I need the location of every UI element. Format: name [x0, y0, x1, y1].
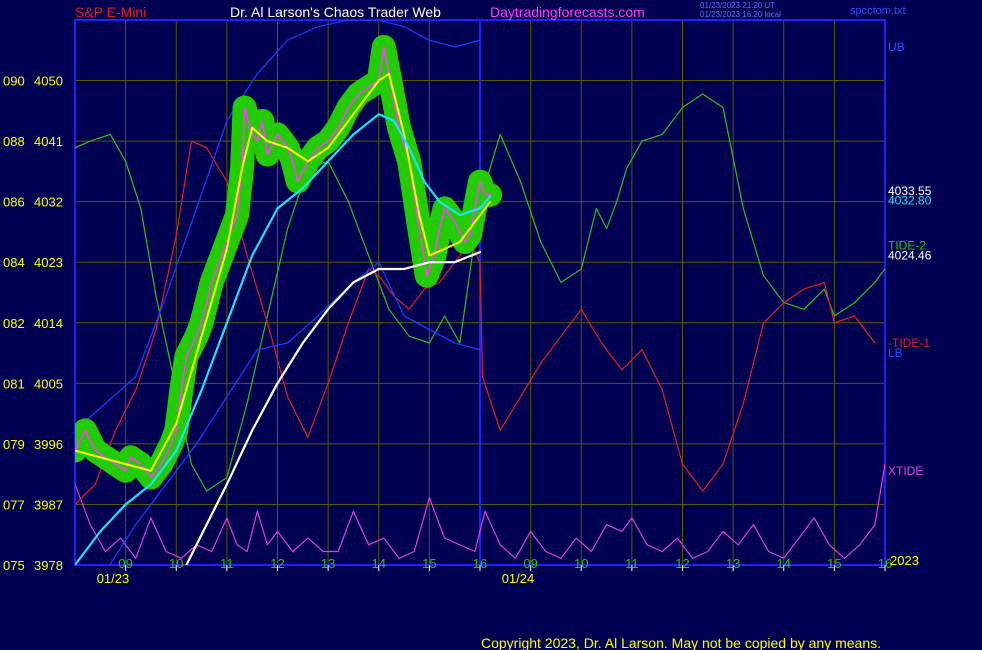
y-tick-label: 4014	[34, 316, 63, 331]
x-tick-label: 14	[777, 556, 791, 571]
cyan-average-line	[75, 113, 492, 565]
y-tick-label: 4050	[34, 74, 63, 89]
y-tick-prefix: 088	[3, 134, 25, 149]
y-tick-prefix: 082	[3, 316, 25, 331]
x-tick-label: 12	[675, 556, 689, 571]
site-title: Dr. Al Larson's Chaos Trader Web	[230, 4, 441, 20]
timestamp-ut: 01/23/2023 21:20 UT	[700, 1, 776, 10]
y-tick-label: 3987	[34, 497, 63, 512]
right-legend-label: 4032.80	[888, 193, 932, 207]
y-tick-label: 3978	[34, 558, 63, 573]
data-file-name: spcctom.txt	[850, 5, 906, 17]
x-tick-label: 12	[270, 556, 284, 571]
y-tick-label: 4023	[34, 255, 63, 270]
timestamp-local: 01/23/2023 16:20 local	[700, 10, 781, 19]
date-label: 01/23	[97, 571, 130, 586]
y-tick-label: 3996	[34, 437, 63, 452]
right-legend-label: UB	[888, 40, 905, 54]
y-tick-label: 4041	[34, 134, 63, 149]
x-tick-label: 09	[523, 556, 537, 571]
x-tick-label: 11	[220, 556, 234, 571]
x-tick-label: 11	[625, 556, 639, 571]
x-tick-label: 13	[321, 556, 335, 571]
y-tick-prefix: 084	[3, 255, 25, 270]
y-tick-label: 4005	[34, 376, 63, 391]
x-tick-label: 14	[372, 556, 386, 571]
chart-root: { "header": { "instrument": "S&P E-Mini"…	[0, 0, 982, 650]
y-tick-prefix: 079	[3, 437, 25, 452]
year-label: 2023	[890, 553, 919, 568]
x-tick-label: 15	[827, 556, 841, 571]
x-tick-label: 13	[726, 556, 740, 571]
date-label: 01/24	[502, 571, 535, 586]
x-tick-label: 15	[422, 556, 436, 571]
copyright-notice: Copyright 2023, Dr. Al Larson. May not b…	[481, 635, 882, 650]
y-tick-label: 4032	[34, 195, 63, 210]
white-average-line	[185, 251, 482, 565]
y-tick-prefix: 086	[3, 195, 25, 210]
y-tick-prefix: 081	[3, 376, 25, 391]
y-tick-prefix: 077	[3, 497, 25, 512]
x-tick-label: 16	[473, 556, 487, 571]
right-legend-label: XTIDE	[888, 464, 923, 478]
right-legend-label: 4024.46	[888, 248, 932, 262]
right-legend-label: LB	[888, 346, 903, 360]
x-tick-label: 09	[118, 556, 132, 571]
price-chart: 075 3978 077 3987 079 3996 081 4005 082 4014 084 40…	[3, 19, 932, 586]
y-tick-prefix: 090	[3, 74, 25, 89]
x-tick-label: 10	[574, 556, 588, 571]
y-tick-prefix: 075	[3, 558, 25, 573]
x-tick-label: 10	[169, 556, 183, 571]
instrument-title: S&P E-Mini	[75, 4, 147, 20]
site-url[interactable]: Daytradingforecasts.com	[490, 4, 645, 20]
